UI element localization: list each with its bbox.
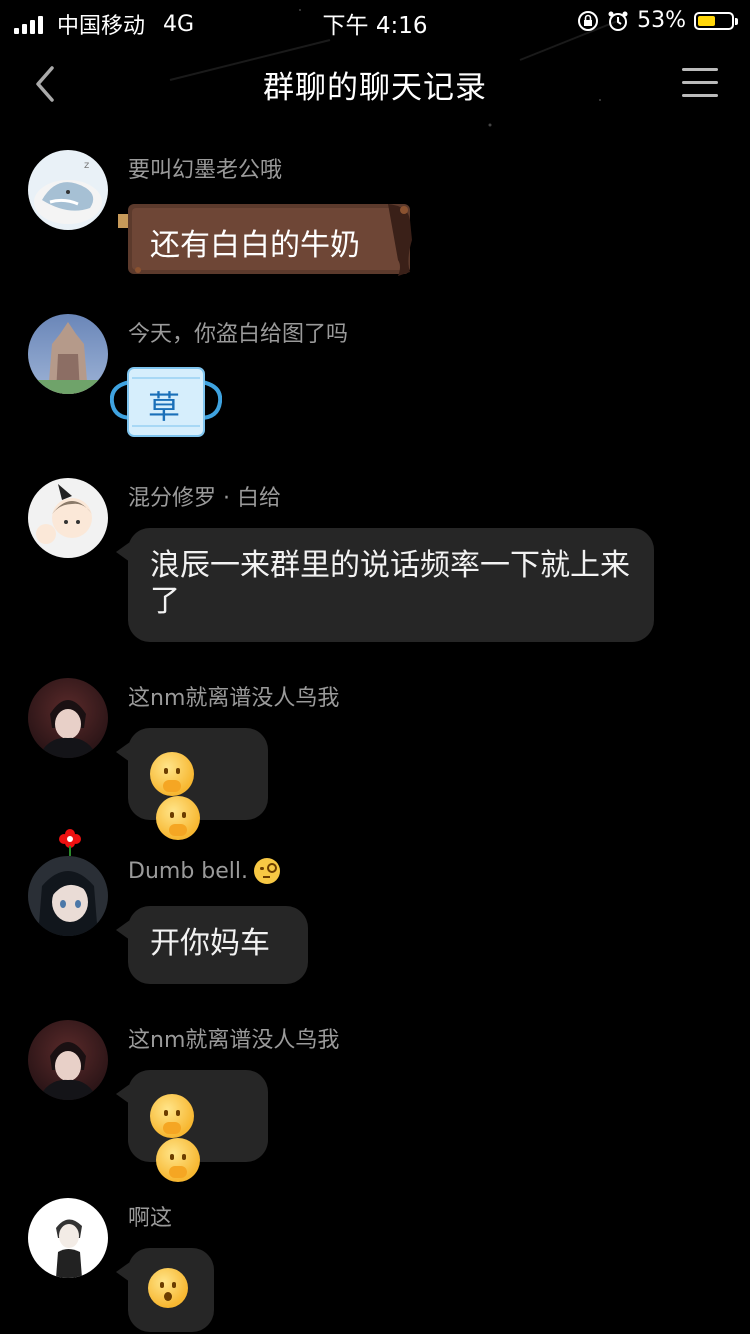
flower-decoration (58, 828, 82, 856)
menu-button[interactable] (682, 68, 718, 98)
sender-name: 要叫幻墨老公哦 (128, 158, 283, 183)
message-bubble[interactable] (116, 728, 268, 840)
monocle-face-emoji (254, 858, 280, 884)
sticker-text: 草 (148, 388, 181, 426)
message-text: 还有白白的牛奶 (150, 228, 360, 263)
message-bubble[interactable] (116, 1070, 268, 1182)
avatar[interactable] (28, 678, 108, 758)
message-bubble[interactable]: 还有白白的牛奶 (118, 200, 414, 280)
message-bubble[interactable] (116, 1248, 214, 1332)
thinking-hands-emoji (150, 752, 194, 796)
sender-name: 今天，你盗白给图了吗 (128, 322, 349, 347)
avatar[interactable] (28, 314, 108, 394)
sticker-message[interactable]: 草 (110, 364, 222, 440)
message-text: 浪辰一来群里的说话频率一下就上来了 (150, 548, 630, 619)
thinking-hands-emoji (156, 1138, 200, 1182)
page-title: 群聊的聊天记录 (263, 70, 487, 106)
message-text: 开你妈车 (150, 926, 270, 961)
sender-name: 这nm就离谱没人鸟我 (128, 1028, 340, 1053)
battery-fill (698, 15, 715, 26)
avatar[interactable] (28, 478, 108, 558)
alarm-icon (608, 11, 628, 31)
orientation-lock-icon (578, 10, 599, 31)
avatar[interactable] (28, 1020, 108, 1100)
thinking-hands-emoji (150, 1094, 194, 1138)
status-bar: 中国移动 4G 下午 4:16 53% (0, 0, 750, 40)
avatar[interactable]: z (28, 150, 108, 230)
sender-name: 混分修罗 · 白给 (128, 486, 281, 511)
svg-text:z: z (84, 160, 89, 171)
thinking-hands-emoji (156, 796, 200, 840)
message-bubble[interactable]: 浪辰一来群里的说话频率一下就上来了 (116, 528, 654, 642)
battery-icon (694, 11, 738, 30)
battery-percent: 53% (637, 8, 686, 33)
sender-name: 这nm就离谱没人鸟我 (128, 686, 340, 711)
sender-name-text: Dumb bell. (128, 858, 248, 884)
avatar[interactable] (28, 856, 108, 936)
navigation-bar: 群聊的聊天记录 (0, 48, 750, 120)
sender-name: Dumb bell. (128, 858, 280, 884)
hamburger-menu-icon (682, 68, 718, 97)
message-bubble[interactable]: 开你妈车 (116, 906, 308, 984)
avatar[interactable] (28, 1198, 108, 1278)
sender-name: 啊这 (128, 1206, 173, 1231)
hushed-face-emoji (148, 1268, 188, 1308)
